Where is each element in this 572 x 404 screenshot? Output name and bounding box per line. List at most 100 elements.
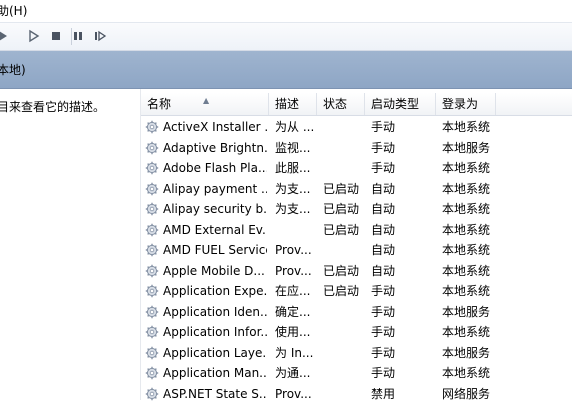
service-logon-as: 本地系统 [442, 202, 491, 216]
service-startup-type: 手动 [371, 304, 396, 319]
service-startup-type: 手动 [371, 325, 396, 339]
service-row[interactable]: AMD External Ev... 已启动 自动 本地系统 [141, 220, 572, 240]
column-header-logon-as[interactable]: 登录为 [436, 93, 496, 115]
column-header-status[interactable]: 状态 [317, 93, 365, 115]
service-gear-icon [145, 243, 159, 257]
service-description: Prov... [275, 263, 312, 278]
service-logon-as: 本地系统 [442, 222, 491, 237]
menu-bar: 助(H) [0, 0, 572, 23]
restart-icon[interactable] [93, 29, 107, 43]
service-name: ASP.NET State S... [163, 386, 267, 401]
service-row[interactable]: Application Expe... 在应... 已启动 手动 本地系统 [141, 281, 572, 301]
service-row[interactable]: Application Iden... 确定... 手动 本地服务 [141, 302, 572, 322]
service-name: Application Laye... [163, 345, 267, 360]
service-status [323, 322, 365, 342]
services-list: 名称 ▲ 描述 状态 启动类型 登录为 ActiveX Installer ..… [140, 89, 572, 401]
service-name: Application Expe... [163, 284, 267, 298]
service-gear-icon [145, 120, 159, 134]
sort-ascending-icon: ▲ [203, 96, 210, 105]
service-row[interactable]: Application Laye... 为 In... 手动 本地服务 [141, 343, 572, 363]
service-row[interactable]: ActiveX Installer ... 为从 ... 手动 本地系统 [141, 117, 572, 137]
service-logon-as: 本地系统 [442, 284, 491, 298]
service-description: Prov... [275, 386, 312, 401]
service-gear-icon [145, 141, 159, 155]
service-description: 使用... [275, 325, 311, 339]
service-gear-icon [145, 264, 159, 278]
service-status: 已启动 [323, 222, 360, 237]
service-status [323, 363, 365, 383]
service-status [323, 117, 365, 137]
service-startup-type: 禁用 [371, 386, 396, 401]
service-row[interactable]: Adobe Flash Pla... 此服... 手动 本地系统 [141, 158, 572, 178]
service-name: Alipay security b... [163, 202, 267, 216]
service-row[interactable]: Alipay payment ... 为支... 已启动 自动 本地系统 [141, 179, 572, 199]
service-name: Application Man... [163, 366, 267, 380]
service-description: 为 In... [275, 345, 314, 360]
service-name: Apple Mobile D... [163, 263, 265, 278]
service-status [323, 343, 365, 363]
service-gear-icon [145, 182, 159, 196]
service-startup-type: 手动 [371, 345, 396, 360]
service-status [323, 158, 365, 178]
column-header-bar: 名称 ▲ 描述 状态 启动类型 登录为 [141, 93, 572, 116]
service-gear-icon [145, 161, 159, 175]
service-logon-as: 本地系统 [442, 366, 491, 380]
service-row[interactable]: AMD FUEL Service Prov... 自动 本地系统 [141, 240, 572, 260]
service-startup-type: 手动 [371, 161, 396, 175]
service-row[interactable]: Adaptive Brightn... 监视... 手动 本地服务 [141, 138, 572, 158]
menu-help[interactable]: 助(H) [0, 0, 27, 22]
pause-icon[interactable] [71, 29, 85, 43]
service-startup-type: 自动 [371, 181, 396, 196]
column-header-startup-type[interactable]: 启动类型 [365, 93, 436, 115]
service-description: 为支... [275, 181, 311, 196]
service-name: Adobe Flash Pla... [163, 161, 267, 175]
service-status [323, 138, 365, 158]
service-name: AMD FUEL Service [163, 243, 267, 257]
service-name: Alipay payment ... [163, 181, 267, 196]
service-description [275, 220, 317, 240]
service-logon-as: 本地服务 [442, 140, 491, 155]
services-header: 本地) [0, 51, 572, 89]
service-logon-as: 本地系统 [442, 243, 491, 257]
service-row[interactable]: Alipay security b... 为支... 已启动 自动 本地系统 [141, 199, 572, 219]
service-startup-type: 自动 [371, 202, 396, 216]
service-status: 已启动 [323, 263, 360, 278]
service-description: 为支... [275, 202, 311, 216]
service-description: 监视... [275, 140, 311, 155]
service-logon-as: 本地系统 [442, 325, 491, 339]
service-gear-icon [145, 305, 159, 319]
description-text: 目来查看它的描述。 [0, 100, 106, 114]
service-name: ActiveX Installer ... [163, 120, 267, 134]
service-description: 为通... [275, 366, 311, 380]
service-row[interactable]: Application Man... 为通... 手动 本地系统 [141, 363, 572, 383]
service-gear-icon [145, 223, 159, 237]
service-gear-icon [145, 387, 159, 401]
service-status: 已启动 [323, 202, 360, 216]
service-description: Prov... [275, 243, 312, 257]
service-gear-icon [145, 325, 159, 339]
service-row[interactable]: Application Infor... 使用... 手动 本地系统 [141, 322, 572, 342]
stop-icon[interactable] [49, 29, 63, 43]
service-logon-as: 网络服务 [442, 386, 491, 401]
column-header-description[interactable]: 描述 [269, 93, 317, 115]
service-description: 在应... [275, 284, 311, 298]
service-name: AMD External Ev... [163, 222, 267, 237]
column-header-name[interactable]: 名称 ▲ [141, 93, 269, 115]
service-logon-as: 本地服务 [442, 304, 491, 319]
service-row[interactable]: ASP.NET State S... Prov... 禁用 网络服务 [141, 384, 572, 404]
service-logon-as: 本地系统 [442, 120, 491, 134]
service-status: 已启动 [323, 284, 360, 298]
service-logon-as: 本地系统 [442, 181, 491, 196]
play-outline-icon[interactable] [27, 29, 41, 43]
service-description: 确定... [275, 304, 311, 319]
service-row[interactable]: Apple Mobile D... Prov... 已启动 自动 本地系统 [141, 261, 572, 281]
service-status [323, 384, 365, 404]
service-status [323, 302, 365, 322]
service-gear-icon [145, 202, 159, 216]
play-icon[interactable] [0, 29, 10, 43]
service-description: 为从 ... [275, 120, 315, 134]
service-logon-as: 本地服务 [442, 345, 491, 360]
service-name: Application Infor... [163, 325, 267, 339]
service-gear-icon [145, 284, 159, 298]
service-startup-type: 手动 [371, 284, 396, 298]
